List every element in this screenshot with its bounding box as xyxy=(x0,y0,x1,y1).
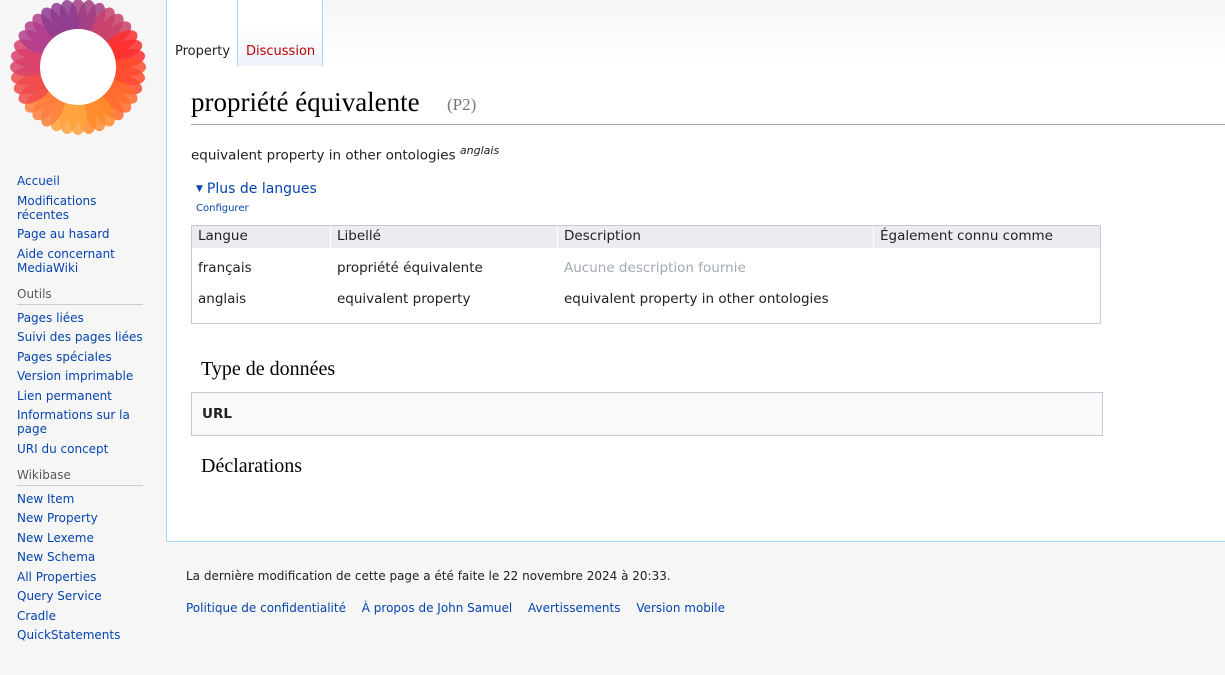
sidebar-wikibase: Wikibase New Item New Property New Lexem… xyxy=(17,468,143,642)
sidebar-item-new-schema[interactable]: New Schema xyxy=(17,550,143,564)
row-2-label[interactable]: equivalent property xyxy=(331,291,476,307)
footer-links: Politique de confidentialité À propos de… xyxy=(186,601,737,615)
sidebar-item-cradle[interactable]: Cradle xyxy=(17,609,143,623)
wiki-logo[interactable] xyxy=(10,0,148,136)
footer-link-about[interactable]: À propos de John Samuel xyxy=(362,601,512,615)
page-title: propriété équivalente xyxy=(191,87,420,117)
description-language: anglais xyxy=(459,144,500,157)
more-languages-label: Plus de langues xyxy=(206,181,317,197)
property-description: equivalent property in other ontologies … xyxy=(191,144,499,164)
tools-heading: Outils xyxy=(17,287,143,305)
row-1-language: français xyxy=(198,260,252,276)
sidebar-item-help[interactable]: Aide concernant MediaWiki xyxy=(17,247,127,275)
column-header-label: Libellé xyxy=(331,226,557,248)
description-text: equivalent property in other ontologies xyxy=(191,147,456,164)
main-content: propriété équivalente (P2) equivalent pr… xyxy=(166,66,1225,542)
sidebar-item-what-links-here[interactable]: Pages liées xyxy=(17,311,143,325)
datatype-heading: Type de données xyxy=(201,358,336,380)
sidebar-item-permalink[interactable]: Lien permanent xyxy=(17,389,143,403)
row-2-description[interactable]: equivalent property in other ontologies xyxy=(558,291,835,307)
sidebar: Accueil Modifications récentes Page au h… xyxy=(0,170,166,648)
sidebar-item-new-property[interactable]: New Property xyxy=(17,511,143,525)
tabs-background xyxy=(323,0,1225,67)
column-header-language: Langue xyxy=(192,226,330,248)
sidebar-item-new-item[interactable]: New Item xyxy=(17,492,143,506)
sidebar-item-related-changes[interactable]: Suivi des pages liées xyxy=(17,330,143,344)
sidebar-item-accueil[interactable]: Accueil xyxy=(17,174,143,188)
statements-heading: Déclarations xyxy=(201,455,303,477)
caret-down-icon: ▼ xyxy=(196,184,203,194)
datatype-value: URL xyxy=(191,392,1103,436)
wikibase-heading: Wikibase xyxy=(17,468,143,486)
tab-discussion[interactable]: Discussion xyxy=(237,0,323,67)
sidebar-navigation: Accueil Modifications récentes Page au h… xyxy=(17,174,143,275)
footer-link-mobile[interactable]: Version mobile xyxy=(636,601,725,615)
sidebar-item-recent-changes[interactable]: Modifications récentes xyxy=(17,194,107,222)
configure-link[interactable]: Configurer xyxy=(196,203,249,214)
last-modified-info: La dernière modification de cette page a… xyxy=(186,569,671,583)
column-header-aliases: Également connu comme xyxy=(874,226,1100,248)
tab-property[interactable]: Property xyxy=(166,0,237,67)
sidebar-item-new-lexeme[interactable]: New Lexeme xyxy=(17,531,143,545)
sidebar-item-concept-uri[interactable]: URI du concept xyxy=(17,442,143,456)
row-1-description[interactable]: Aucune description fournie xyxy=(558,260,752,276)
column-header-description: Description xyxy=(558,226,873,248)
sidebar-item-all-properties[interactable]: All Properties xyxy=(17,570,143,584)
title-row: propriété équivalente (P2) xyxy=(191,86,1225,125)
page-tabs: Property Discussion xyxy=(166,0,1225,67)
sidebar-item-printable[interactable]: Version imprimable xyxy=(17,369,143,383)
footer-link-privacy[interactable]: Politique de confidentialité xyxy=(186,601,346,615)
sidebar-item-page-info[interactable]: Informations sur la page xyxy=(17,408,137,436)
more-languages-toggle[interactable]: ▼ Plus de langues xyxy=(196,181,317,197)
footer-link-disclaimers[interactable]: Avertissements xyxy=(528,601,620,615)
sidebar-item-random-page[interactable]: Page au hasard xyxy=(17,227,143,241)
row-1-label[interactable]: propriété équivalente xyxy=(331,260,489,276)
sidebar-tools: Outils Pages liées Suivi des pages liées… xyxy=(17,287,143,456)
row-2-language: anglais xyxy=(198,291,247,307)
languages-table: Langue Libellé Description Également con… xyxy=(191,225,1101,324)
property-id: (P2) xyxy=(447,95,477,114)
sidebar-item-query-service[interactable]: Query Service xyxy=(17,589,143,603)
sidebar-item-quickstatements[interactable]: QuickStatements xyxy=(17,628,143,642)
sidebar-item-special-pages[interactable]: Pages spéciales xyxy=(17,350,143,364)
